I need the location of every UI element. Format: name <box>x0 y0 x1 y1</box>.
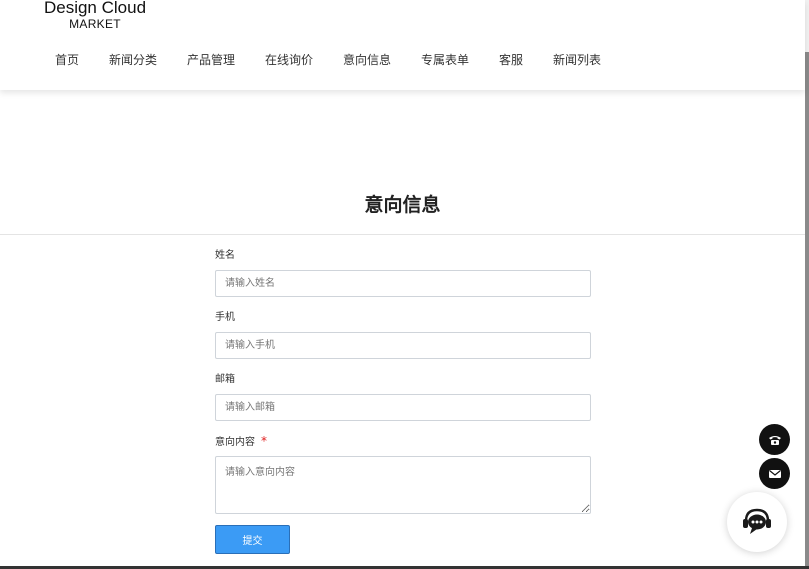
logo-main-text: Design Cloud <box>43 0 147 17</box>
nav-item-customer-service[interactable]: 客服 <box>499 51 523 69</box>
nav-item-news-list[interactable]: 新闻列表 <box>553 51 601 69</box>
scrollbar-thumb[interactable] <box>805 52 809 567</box>
nav-item-intent-info[interactable]: 意向信息 <box>343 51 391 69</box>
content-label: 意向内容 <box>215 437 255 448</box>
content-textarea[interactable] <box>215 456 591 514</box>
nav-item-online-inquiry[interactable]: 在线询价 <box>265 51 313 69</box>
logo[interactable]: Design Cloud MARKET <box>39 0 151 30</box>
nav-item-product-management[interactable]: 产品管理 <box>187 51 235 69</box>
name-input[interactable] <box>215 270 591 297</box>
nav-item-news-category[interactable]: 新闻分类 <box>109 51 157 69</box>
phone-float-button[interactable] <box>759 424 790 455</box>
phone-input[interactable] <box>215 332 591 359</box>
nav-item-home[interactable]: 首页 <box>55 51 79 69</box>
email-input[interactable] <box>215 394 591 421</box>
page: Design Cloud MARKET 首页 新闻分类 产品管理 在线询价 意向… <box>0 0 809 569</box>
name-label: 姓名 <box>215 250 235 261</box>
customer-service-icon <box>743 508 771 534</box>
page-title: 意向信息 <box>364 194 441 216</box>
mail-icon <box>768 469 781 478</box>
submit-button[interactable]: 提交 <box>215 525 290 554</box>
email-label: 邮箱 <box>215 374 235 385</box>
mail-float-button[interactable] <box>759 458 790 489</box>
customer-service-float-button[interactable] <box>727 492 787 552</box>
logo-sub-text: MARKET <box>69 17 121 31</box>
nav-item-exclusive-form[interactable]: 专属表单 <box>421 51 469 69</box>
title-divider <box>0 234 805 235</box>
content-label-row: 意向内容 * <box>215 434 267 450</box>
phone-label: 手机 <box>215 312 235 323</box>
phone-icon <box>768 435 781 445</box>
site-header: Design Cloud MARKET 首页 新闻分类 产品管理 在线询价 意向… <box>0 0 805 90</box>
required-mark: * <box>261 434 267 448</box>
